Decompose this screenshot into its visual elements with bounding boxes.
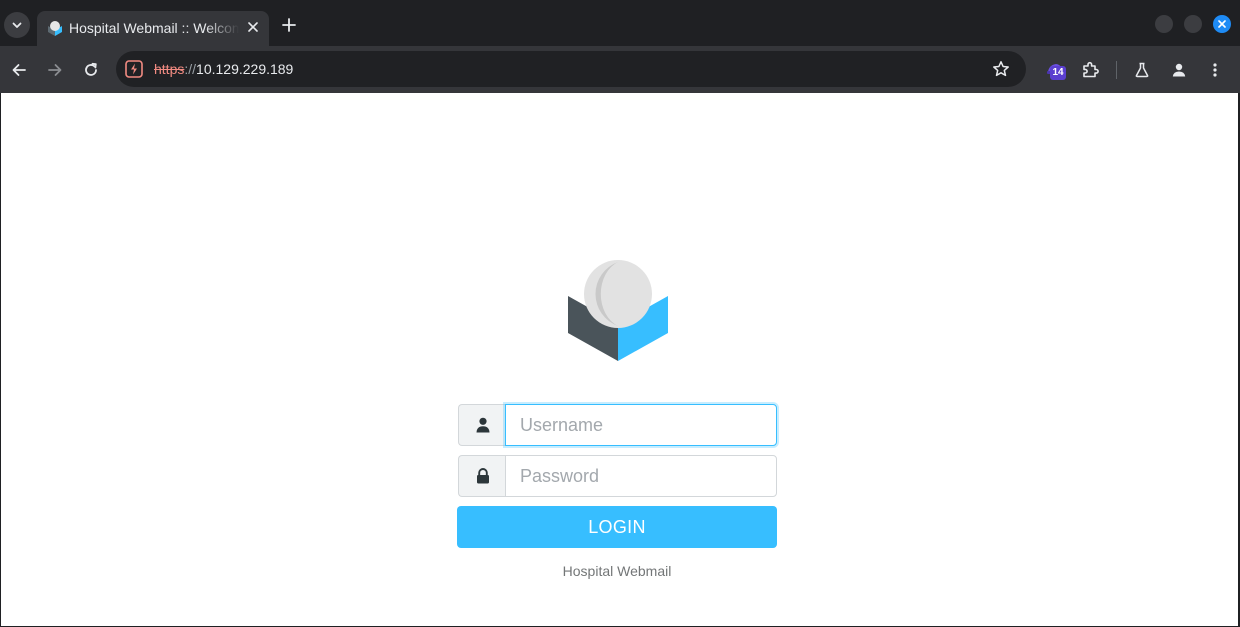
url-scheme: https <box>154 61 185 77</box>
chevron-down-icon <box>12 22 22 28</box>
extension-badge: 14 <box>1050 66 1066 80</box>
password-input[interactable] <box>505 455 777 497</box>
not-secure-icon[interactable] <box>124 59 144 79</box>
extensions-button[interactable] <box>1076 56 1104 84</box>
page-viewport: LOGIN Hospital Webmail <box>1 93 1238 626</box>
menu-button[interactable] <box>1201 56 1229 84</box>
lock-icon <box>476 468 489 484</box>
close-icon <box>248 22 258 32</box>
close-icon <box>1218 20 1226 28</box>
url-separator: :// <box>184 61 197 77</box>
tab-search-button[interactable] <box>4 12 30 38</box>
active-tab[interactable]: Hospital Webmail :: Welcome to Hospital … <box>37 11 269 46</box>
tab-strip: Hospital Webmail :: Welcome to Hospital … <box>0 0 1240 46</box>
roundcube-logo-icon <box>568 260 668 361</box>
plus-icon <box>282 18 296 32</box>
window-maximize-button[interactable] <box>1184 15 1202 33</box>
three-dots-vertical-icon <box>1213 63 1217 77</box>
url-host: 10.129.229.189 <box>196 61 294 77</box>
window-minimize-button[interactable] <box>1155 15 1173 33</box>
star-icon <box>993 61 1009 77</box>
footer-product-name: Hospital Webmail <box>562 563 672 579</box>
address-bar[interactable]: https://10.129.229.189 <box>116 51 1026 87</box>
bookmark-button[interactable] <box>990 58 1012 80</box>
new-tab-button[interactable] <box>277 13 301 37</box>
arrow-left-icon <box>12 64 26 76</box>
window-close-button[interactable] <box>1213 15 1231 33</box>
tab-title: Hospital Webmail :: Welcome to Hospital … <box>69 20 239 36</box>
tab-close-button[interactable] <box>243 17 263 37</box>
username-input[interactable] <box>505 404 777 446</box>
roundcube-favicon-icon <box>48 21 62 36</box>
reload-icon <box>85 62 97 76</box>
username-row <box>458 404 778 446</box>
reload-button[interactable] <box>77 56 105 84</box>
password-addon <box>458 455 506 497</box>
forward-button[interactable] <box>41 56 69 84</box>
labs-button[interactable] <box>1128 56 1156 84</box>
toolbar-divider <box>1116 61 1117 79</box>
password-row <box>458 455 778 497</box>
back-button[interactable] <box>5 56 33 84</box>
person-icon <box>1172 63 1186 77</box>
browser-toolbar: https://10.129.229.189 14 <box>0 46 1240 93</box>
login-button[interactable]: LOGIN <box>457 506 777 548</box>
username-addon <box>458 404 506 446</box>
profile-button[interactable] <box>1165 56 1193 84</box>
arrow-right-icon <box>48 64 62 76</box>
flask-icon <box>1135 62 1149 78</box>
user-icon <box>476 417 489 433</box>
puzzle-icon <box>1083 61 1099 78</box>
url-text: https://10.129.229.189 <box>154 60 293 78</box>
